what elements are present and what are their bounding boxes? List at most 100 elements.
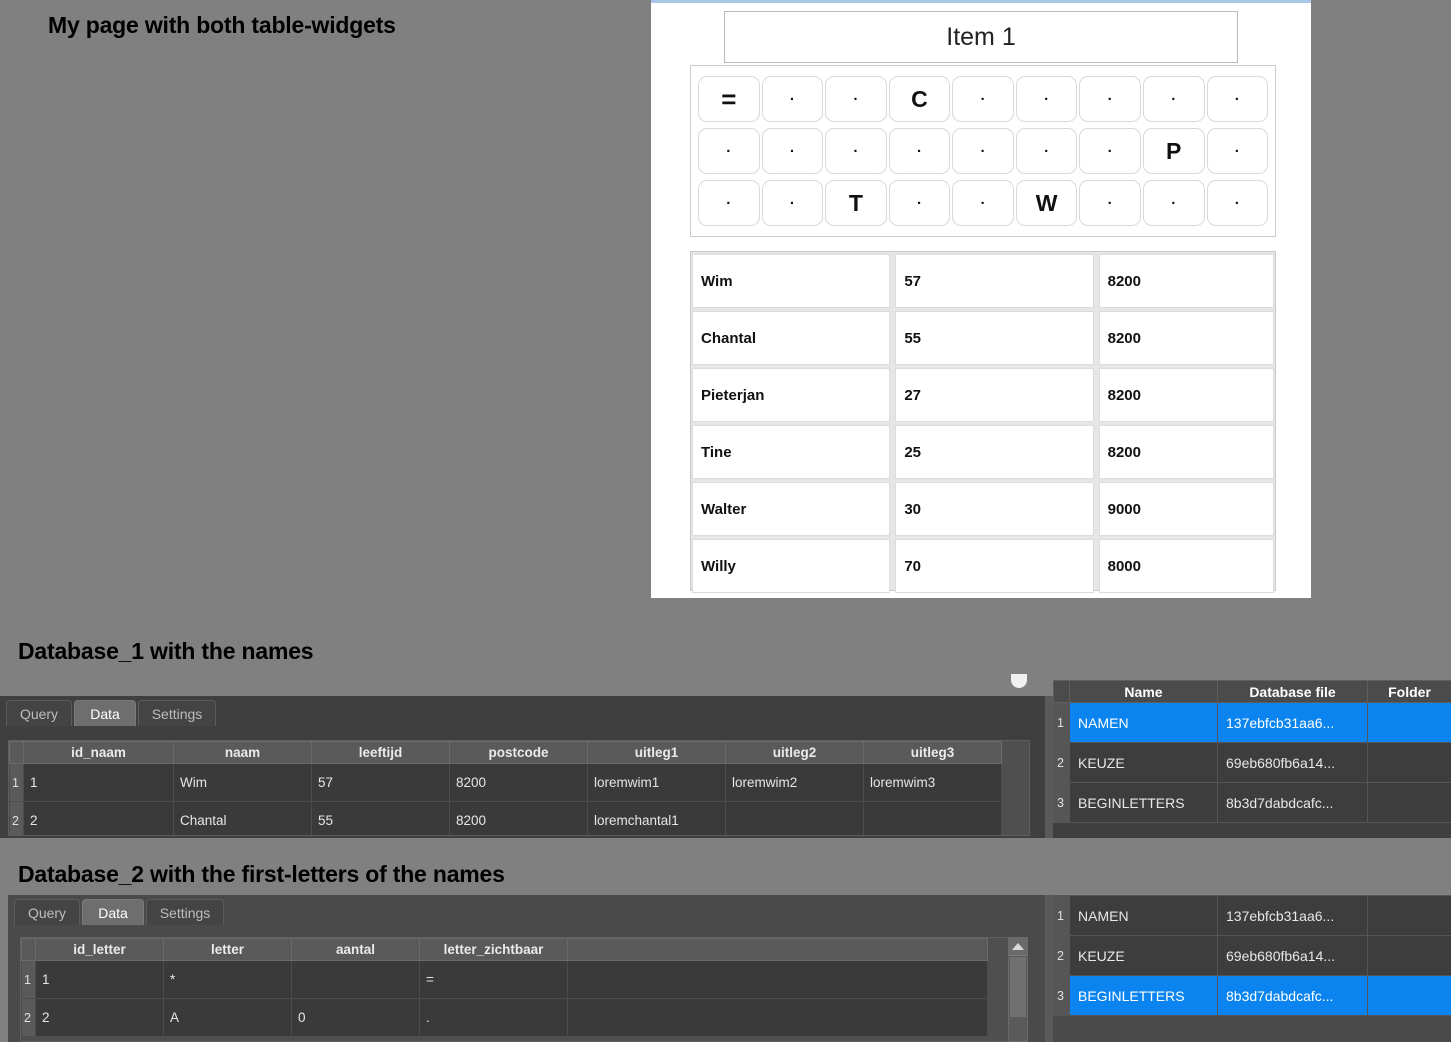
grid-cell[interactable]: Chantal: [173, 801, 312, 835]
letter-cell-2-4[interactable]: ·: [952, 180, 1014, 226]
grid-row[interactable]: 1 1 * =: [21, 960, 988, 999]
database-2-tab-data[interactable]: Data: [82, 899, 144, 925]
database-1-tab-data[interactable]: Data: [74, 700, 136, 726]
column-header-letter_zichtbaar[interactable]: letter_zichtbaar: [419, 938, 568, 961]
column-header-blank[interactable]: [567, 938, 988, 961]
letter-cell-0-2[interactable]: ·: [825, 76, 887, 122]
grid-cell[interactable]: 57: [311, 763, 450, 802]
letter-cell-0-7[interactable]: ·: [1142, 76, 1205, 122]
column-header-uitleg2[interactable]: uitleg2: [725, 741, 864, 764]
connection-list-table[interactable]: Name Database file Folder 1 NAMEN 137ebfcb31a…: [1053, 680, 1451, 823]
connection-name-cell[interactable]: BEGINLETTERS: [1069, 975, 1218, 1016]
table-row[interactable]: Willy 70 8000: [692, 539, 1275, 593]
folder-cell[interactable]: [1367, 782, 1451, 823]
grid-cell[interactable]: A: [163, 998, 292, 1037]
row-number[interactable]: 1: [21, 960, 36, 999]
letter-cell-1-4[interactable]: ·: [952, 128, 1014, 174]
letter-cell-2-6[interactable]: ·: [1079, 180, 1141, 226]
grid-cell[interactable]: Wim: [173, 763, 312, 802]
panel-divider[interactable]: [1045, 696, 1053, 838]
grid-cell[interactable]: [567, 998, 988, 1037]
letter-cell-0-8[interactable]: ·: [1206, 76, 1269, 122]
letter-cell-2-2[interactable]: T: [825, 180, 887, 226]
letter-cell-0-4[interactable]: ·: [952, 76, 1014, 122]
table-row[interactable]: Tine 25 8200: [692, 425, 1275, 479]
column-header-id_naam[interactable]: id_naam: [23, 741, 174, 764]
connection-name-cell[interactable]: KEUZE: [1069, 742, 1218, 783]
column-header-uitleg1[interactable]: uitleg1: [587, 741, 726, 764]
row-number[interactable]: 3: [1053, 782, 1070, 823]
grid-cell[interactable]: 0: [291, 998, 420, 1037]
letter-cell-1-1[interactable]: ·: [761, 128, 824, 174]
column-header-id_letter[interactable]: id_letter: [35, 938, 164, 961]
letter-cell-0-0[interactable]: =: [698, 76, 760, 122]
table-row[interactable]: Walter 30 9000: [692, 482, 1275, 536]
database-file-cell[interactable]: 69eb680fb6a14...: [1217, 935, 1368, 976]
letter-cell-0-5[interactable]: ·: [1015, 76, 1078, 122]
grid-row[interactable]: 2 2 Chantal 55 8200 loremchantal1: [9, 801, 1002, 835]
table-row[interactable]: Chantal 55 8200: [692, 311, 1275, 365]
letter-cell-2-3[interactable]: ·: [888, 180, 951, 226]
database-file-cell[interactable]: 8b3d7dabdcafc...: [1217, 975, 1368, 1016]
row-number[interactable]: 2: [1053, 935, 1070, 976]
column-header-leeftijd[interactable]: leeftijd: [311, 741, 450, 764]
grid-cell[interactable]: loremwim2: [725, 763, 864, 802]
connection-name-cell[interactable]: BEGINLETTERS: [1069, 782, 1218, 823]
folder-cell[interactable]: [1367, 975, 1451, 1016]
letter-cell-1-6[interactable]: ·: [1079, 128, 1141, 174]
grid-cell[interactable]: 2: [35, 998, 164, 1037]
folder-cell[interactable]: [1367, 895, 1451, 936]
row-number[interactable]: 2: [21, 998, 36, 1037]
letter-cell-2-8[interactable]: ·: [1206, 180, 1269, 226]
database-2-list-row[interactable]: 2 KEUZE 69eb680fb6a14...: [1053, 935, 1451, 976]
grid-cell[interactable]: [291, 960, 420, 999]
grid-cell[interactable]: [863, 801, 1002, 835]
list-header-name[interactable]: Name: [1069, 680, 1218, 703]
letter-cell-1-5[interactable]: ·: [1015, 128, 1078, 174]
grid-cell[interactable]: =: [419, 960, 568, 999]
letter-cell-1-2[interactable]: ·: [825, 128, 887, 174]
database-1-data-grid[interactable]: id_naam naam leeftijd postcode uitleg1 uitleg…: [8, 740, 1030, 836]
panel-divider[interactable]: [1045, 895, 1053, 1042]
database-1-grid-table[interactable]: id_naam naam leeftijd postcode uitleg1 uitleg…: [9, 741, 1002, 835]
letter-cell-1-7[interactable]: P: [1142, 128, 1205, 174]
database-1-tab-query[interactable]: Query: [6, 700, 72, 726]
database-1-list-row[interactable]: 2 KEUZE 69eb680fb6a14...: [1053, 742, 1451, 783]
database-file-cell[interactable]: 137ebfcb31aa6...: [1217, 895, 1368, 936]
grid-cell[interactable]: .: [419, 998, 568, 1037]
letter-cell-2-5[interactable]: W: [1015, 180, 1078, 226]
database-1-list-row[interactable]: 1 NAMEN 137ebfcb31aa6...: [1053, 702, 1451, 743]
grid-row[interactable]: 1 1 Wim 57 8200 loremwim1 loremwim2 loremwim3: [9, 763, 1002, 802]
database-2-grid-table[interactable]: id_letter letter aantal letter_zichtbaar 1 1 *…: [21, 938, 988, 1037]
scroll-knob-indicator[interactable]: [1011, 674, 1027, 688]
database-2-data-grid[interactable]: id_letter letter aantal letter_zichtbaar 1 1 *…: [20, 937, 1020, 1042]
column-header-letter[interactable]: letter: [163, 938, 292, 961]
grid-cell[interactable]: [725, 801, 864, 835]
letter-cell-2-1[interactable]: ·: [761, 180, 824, 226]
letter-cell-1-8[interactable]: ·: [1206, 128, 1269, 174]
database-2-list-row[interactable]: 1 NAMEN 137ebfcb31aa6...: [1053, 895, 1451, 936]
letter-cell-1-3[interactable]: ·: [888, 128, 951, 174]
row-number[interactable]: 1: [9, 763, 24, 802]
database-2-tab-settings[interactable]: Settings: [146, 899, 224, 925]
folder-cell[interactable]: [1367, 742, 1451, 783]
folder-cell[interactable]: [1367, 935, 1451, 976]
table-row[interactable]: Pieterjan 27 8200: [692, 368, 1275, 422]
letter-cell-1-0[interactable]: ·: [698, 128, 760, 174]
row-number[interactable]: 3: [1053, 975, 1070, 1016]
grid-cell[interactable]: 1: [35, 960, 164, 999]
database-2-tab-query[interactable]: Query: [14, 899, 80, 925]
database-file-cell[interactable]: 137ebfcb31aa6...: [1217, 702, 1368, 743]
folder-cell[interactable]: [1367, 702, 1451, 743]
list-header-database-file[interactable]: Database file: [1217, 680, 1368, 703]
database-file-cell[interactable]: 8b3d7dabdcafc...: [1217, 782, 1368, 823]
connection-name-cell[interactable]: KEUZE: [1069, 935, 1218, 976]
column-header-postcode[interactable]: postcode: [449, 741, 588, 764]
column-header-aantal[interactable]: aantal: [291, 938, 420, 961]
list-header-folder[interactable]: Folder: [1367, 680, 1451, 703]
table-row[interactable]: Wim 57 8200: [692, 254, 1275, 308]
row-number[interactable]: 1: [1053, 895, 1070, 936]
grid-cell[interactable]: loremwim3: [863, 763, 1002, 802]
row-number[interactable]: 1: [1053, 702, 1070, 743]
connection-name-cell[interactable]: NAMEN: [1069, 702, 1218, 743]
